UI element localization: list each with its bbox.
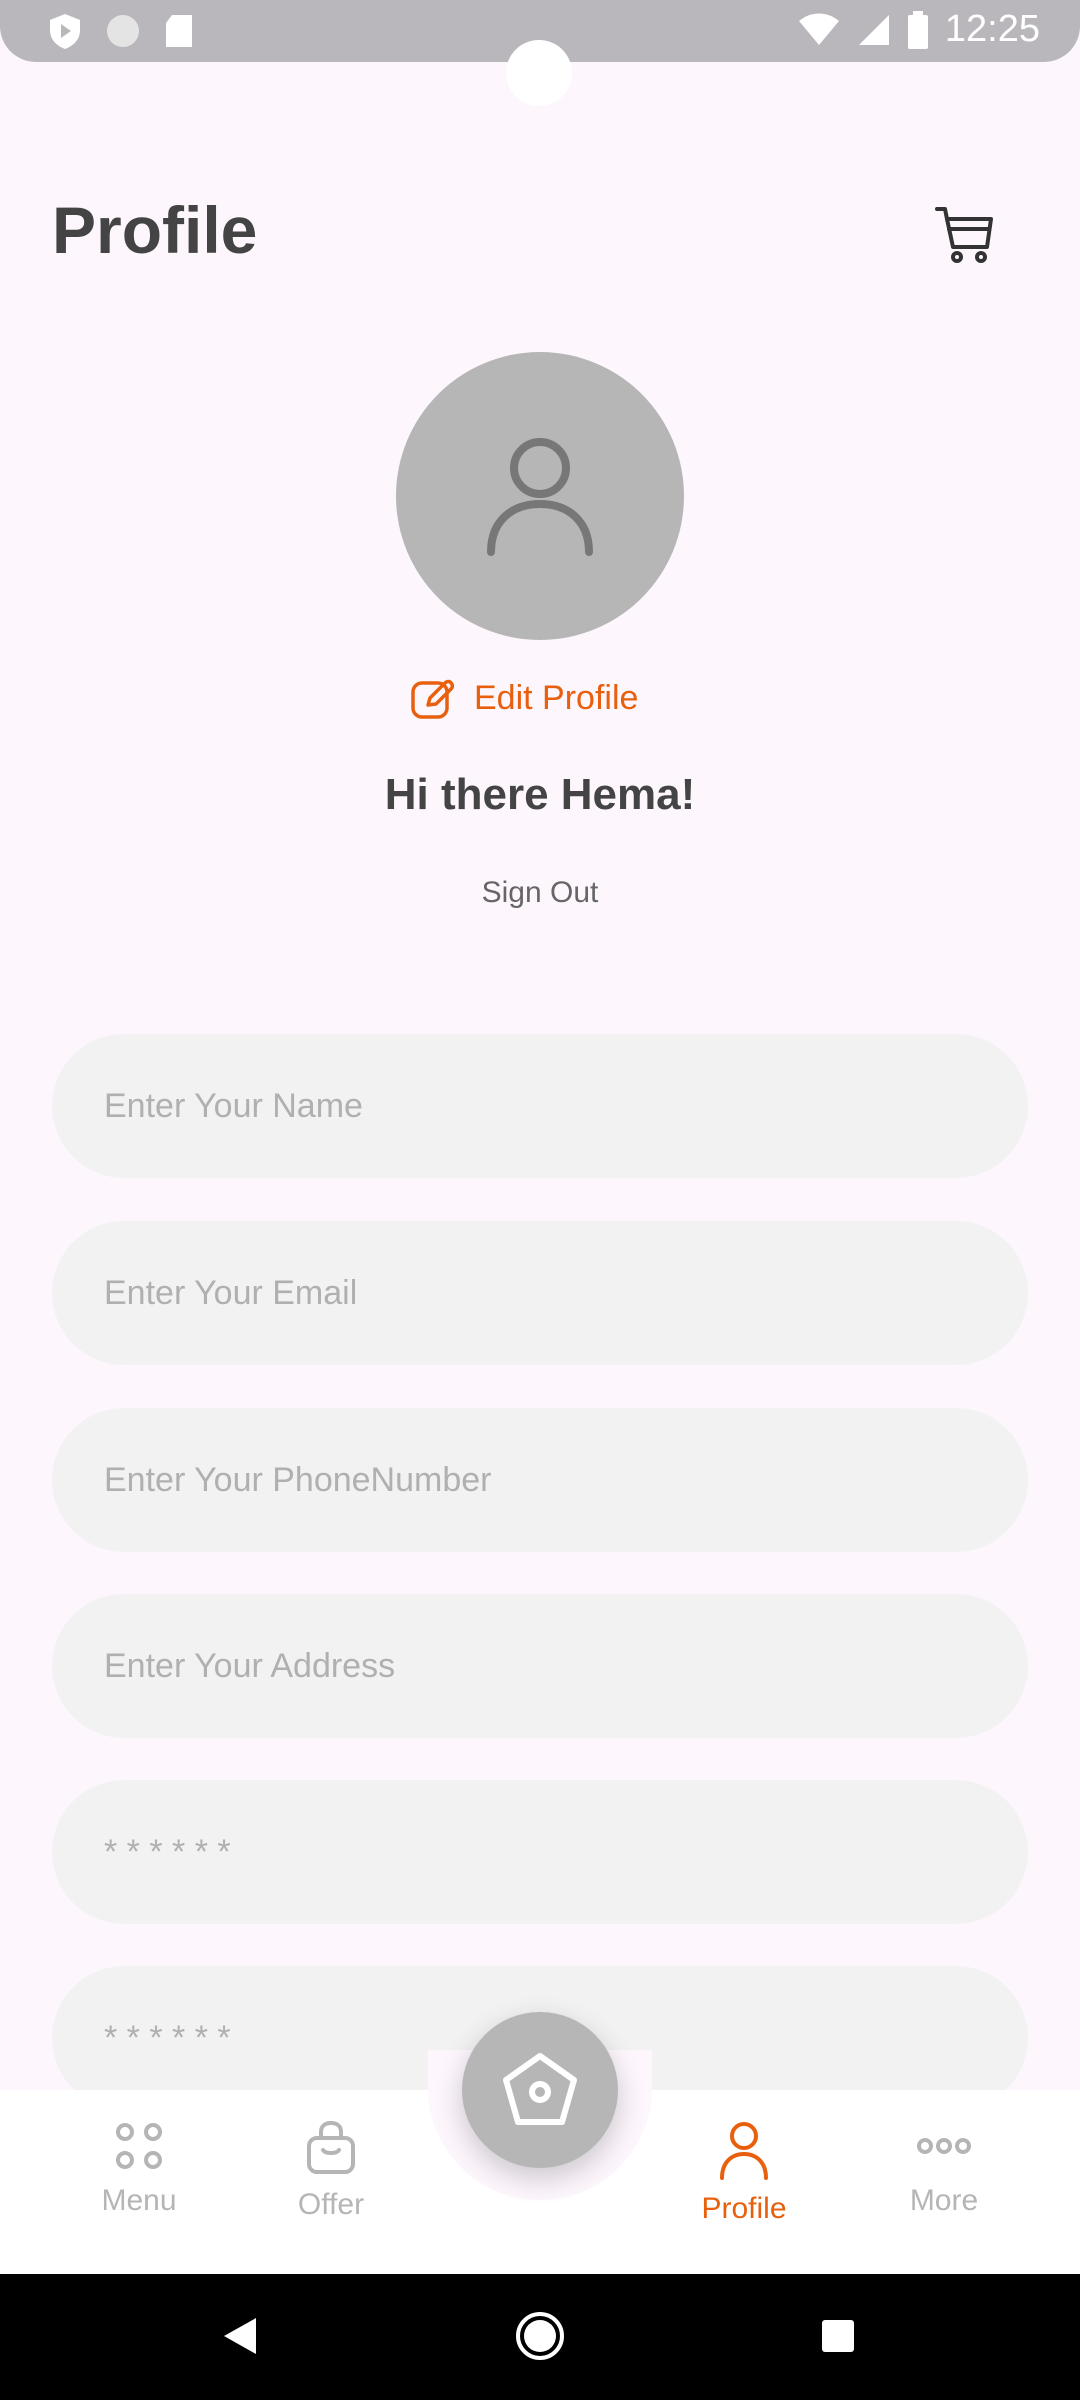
greeting-text: Hi there Hema!: [384, 770, 696, 819]
signal-icon: [858, 14, 889, 45]
page-title: Profile: [52, 193, 258, 267]
nav-label-offer: Offer: [297, 2188, 365, 2221]
nav-label-menu: Menu: [101, 2184, 177, 2217]
status-time: 12:25: [944, 8, 1040, 50]
password-input[interactable]: [52, 1832, 1028, 1872]
home-button[interactable]: [462, 2012, 618, 2168]
system-recents-button[interactable]: [820, 2318, 856, 2354]
more-dots-icon: [917, 2138, 971, 2154]
password-field[interactable]: [52, 1780, 1028, 1924]
sign-out-link[interactable]: Sign Out: [0, 876, 1080, 910]
nav-label-more: More: [909, 2184, 979, 2217]
nav-item-menu[interactable]: Menu: [59, 2120, 219, 2218]
back-triangle-icon: [224, 2318, 256, 2354]
nav-item-profile[interactable]: Profile: [664, 2120, 824, 2226]
home-circle-icon: [516, 2312, 564, 2360]
system-back-button[interactable]: [222, 2316, 258, 2356]
cart-icon: [935, 207, 993, 263]
name-field[interactable]: [52, 1034, 1028, 1178]
system-home-button[interactable]: [514, 2310, 566, 2362]
phone-input[interactable]: [52, 1460, 1028, 1500]
avatar[interactable]: [396, 352, 684, 640]
email-field[interactable]: [52, 1221, 1028, 1365]
sync-icon: [107, 15, 139, 47]
wifi-icon: [798, 13, 839, 45]
menu-grid-icon: [116, 2123, 162, 2169]
edit-profile-label: Edit Profile: [474, 678, 639, 717]
cart-button[interactable]: [930, 200, 1000, 270]
camera-cutout: [506, 40, 572, 106]
sd-card-icon: [166, 15, 192, 47]
address-input[interactable]: [52, 1646, 1028, 1686]
nav-item-more[interactable]: More: [864, 2120, 1024, 2218]
battery-icon: [907, 10, 928, 49]
nav-item-offer[interactable]: Offer: [251, 2120, 411, 2222]
name-input[interactable]: [52, 1086, 1028, 1126]
person-icon: [487, 438, 593, 556]
recents-square-icon: [822, 2320, 854, 2352]
status-notifications: [48, 12, 194, 50]
edit-icon: [411, 679, 454, 719]
person-icon: [720, 2122, 768, 2180]
shopping-bag-icon: [307, 2120, 355, 2174]
edit-profile-button[interactable]: Edit Profile: [410, 676, 638, 720]
nav-label-profile: Profile: [701, 2192, 787, 2225]
phone-field[interactable]: [52, 1408, 1028, 1552]
email-input[interactable]: [52, 1273, 1028, 1313]
address-field[interactable]: [52, 1594, 1028, 1738]
shield-icon: [50, 14, 80, 49]
home-icon: [503, 2053, 577, 2125]
